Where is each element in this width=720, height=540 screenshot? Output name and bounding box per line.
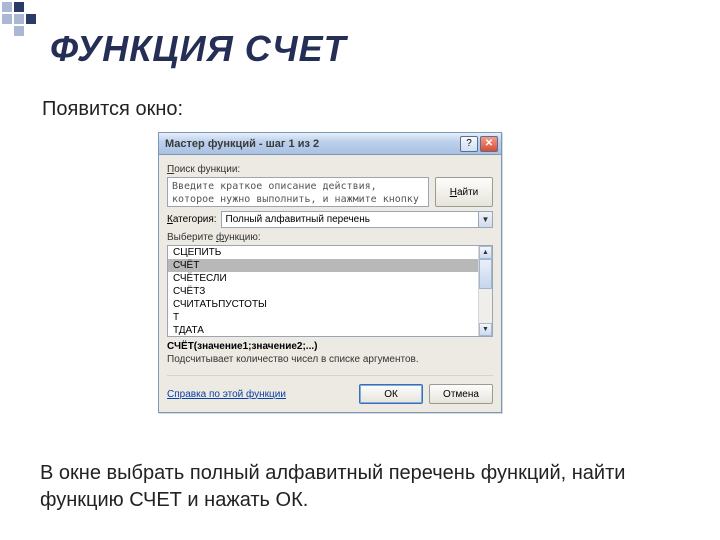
help-button[interactable]: ? — [460, 136, 478, 152]
function-signature: СЧЁТ(значение1;значение2;...) — [167, 341, 493, 352]
chevron-down-icon[interactable]: ▼ — [478, 212, 492, 227]
scroll-down-icon[interactable]: ▼ — [479, 323, 492, 336]
slide-caption-below: В окне выбрать полный алфавитный перечен… — [40, 460, 680, 514]
slide-caption-above: Появится окно: — [42, 98, 183, 121]
dialog-titlebar[interactable]: Мастер функций - шаг 1 из 2 ? ✕ — [159, 133, 501, 155]
list-item[interactable]: ТДАТА — [168, 324, 478, 336]
cancel-button[interactable]: Отмена — [429, 384, 493, 404]
list-item[interactable]: СЧЁТ — [168, 259, 478, 272]
scrollbar-thumb[interactable] — [479, 259, 492, 289]
slide-title: ФУНКЦИЯ СЧЕТ — [50, 28, 347, 70]
list-item[interactable]: СЦЕПИТЬ — [168, 246, 478, 259]
ok-button[interactable]: ОК — [359, 384, 423, 404]
list-item[interactable]: СЧЁТЕСЛИ — [168, 272, 478, 285]
search-input[interactable]: Введите краткое описание действия, котор… — [167, 177, 429, 207]
category-value: Полный алфавитный перечень — [222, 214, 478, 225]
list-item[interactable]: Т — [168, 311, 478, 324]
scroll-up-icon[interactable]: ▲ — [479, 246, 492, 259]
category-combo[interactable]: Полный алфавитный перечень ▼ — [221, 211, 493, 228]
category-label: Категория:Категория: — [167, 214, 217, 225]
dialog-title: Мастер функций - шаг 1 из 2 — [165, 138, 458, 150]
function-description: Подсчитывает количество чисел в списке а… — [167, 354, 493, 365]
list-item[interactable]: СЧИТАТЬПУСТОТЫ — [168, 298, 478, 311]
listbox-scrollbar[interactable]: ▲ ▼ — [478, 246, 492, 336]
list-item[interactable]: СЧЁТЗ — [168, 285, 478, 298]
select-function-label: Выберите функцию:Выберите функцию: — [167, 232, 493, 243]
slide-corner-decoration — [0, 0, 50, 30]
help-link[interactable]: Справка по этой функции — [167, 389, 286, 400]
find-button[interactable]: ННайтиайти — [435, 177, 493, 207]
close-button[interactable]: ✕ — [480, 136, 498, 152]
function-listbox[interactable]: СЦЕПИТЬСЧЁТСЧЁТЕСЛИСЧЁТЗСЧИТАТЬПУСТОТЫТТ… — [167, 245, 493, 337]
function-wizard-dialog: Мастер функций - шаг 1 из 2 ? ✕ ППоиск ф… — [158, 132, 502, 413]
search-label: ППоиск функции:оиск функции: — [167, 164, 493, 175]
